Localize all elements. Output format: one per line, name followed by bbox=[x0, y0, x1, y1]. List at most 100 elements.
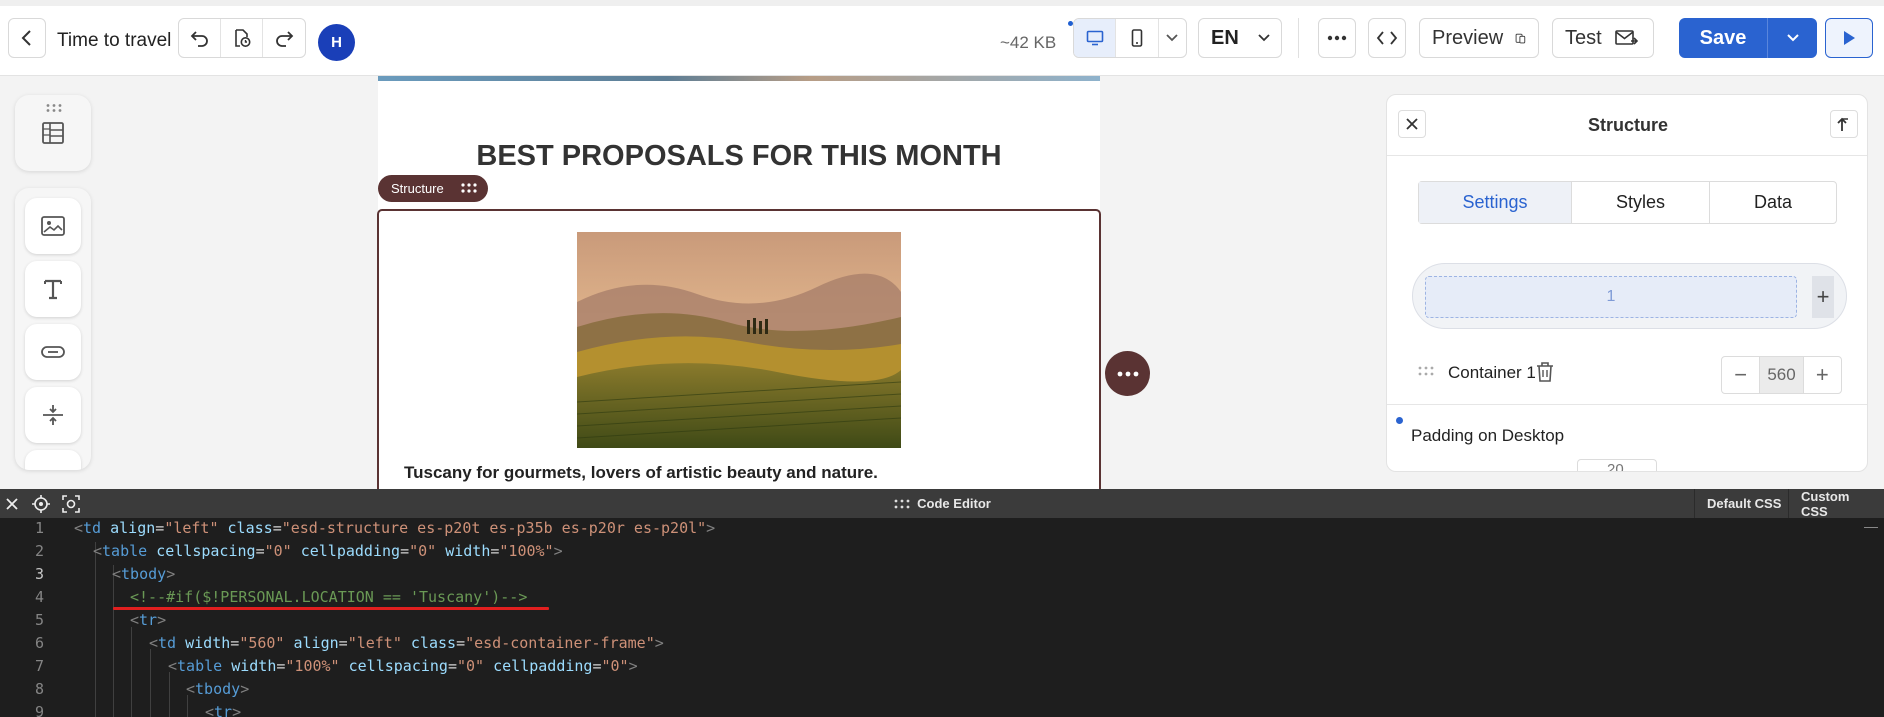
hero-image-edge bbox=[378, 76, 1100, 81]
back-button[interactable] bbox=[8, 18, 46, 58]
panel-tabs: Settings Styles Data bbox=[1418, 181, 1837, 224]
line-number: 4 bbox=[34, 588, 44, 606]
code-editor-toolbar: Code Editor Default CSS Custom CSS bbox=[0, 489, 1884, 519]
increase-width-button[interactable]: + bbox=[1804, 357, 1841, 393]
email-title[interactable]: Time to travel bbox=[57, 30, 171, 52]
language-select[interactable]: EN bbox=[1198, 18, 1282, 58]
decrease-width-button[interactable]: − bbox=[1722, 357, 1759, 393]
drag-handle-icon bbox=[894, 499, 910, 509]
language-value: EN bbox=[1211, 26, 1239, 49]
spacer-block-tool[interactable] bbox=[25, 387, 81, 443]
line-number: 9 bbox=[34, 703, 44, 717]
panel-title: Structure bbox=[1587, 115, 1668, 135]
undo-icon bbox=[190, 31, 208, 47]
preview-icon bbox=[1515, 33, 1526, 44]
device-toggle bbox=[1073, 18, 1187, 58]
file-history-icon bbox=[234, 29, 251, 47]
text-block-tool[interactable] bbox=[25, 261, 81, 317]
chevron-down-icon bbox=[1786, 34, 1799, 42]
code-line: <tr> bbox=[205, 703, 242, 717]
column-1[interactable]: 1 bbox=[1425, 276, 1797, 318]
undo-button[interactable] bbox=[179, 19, 222, 57]
code-line: <table width="100%" cellspacing="0" cell… bbox=[168, 657, 638, 675]
redo-button[interactable] bbox=[263, 19, 305, 57]
email-size: ~42 KB bbox=[1000, 33, 1057, 52]
image-block-tool[interactable] bbox=[25, 198, 81, 254]
content-blocks-list bbox=[15, 188, 91, 470]
launch-button[interactable] bbox=[1825, 18, 1873, 58]
save-button-group: Save bbox=[1679, 18, 1817, 58]
padding-value[interactable]: 20 bbox=[1607, 461, 1624, 471]
save-dropdown-button[interactable] bbox=[1767, 18, 1817, 58]
modified-indicator-dot bbox=[1396, 417, 1403, 424]
code-line: <td width="560" align="left" class="esd-… bbox=[149, 634, 664, 652]
add-column-button[interactable]: + bbox=[1812, 276, 1834, 318]
version-history-button[interactable] bbox=[221, 19, 264, 57]
tab-data[interactable]: Data bbox=[1710, 182, 1836, 223]
tab-settings[interactable]: Settings bbox=[1419, 182, 1572, 223]
container-width-stepper: − 560 + bbox=[1721, 356, 1842, 394]
default-css-tab[interactable]: Default CSS bbox=[1694, 489, 1793, 518]
padding-stepper: 20 bbox=[1577, 459, 1667, 471]
drag-handle-icon[interactable] bbox=[460, 182, 478, 194]
line-number: 1 bbox=[34, 519, 44, 537]
line-number: 8 bbox=[34, 680, 44, 698]
desktop-icon bbox=[1086, 30, 1103, 46]
columns-editor: 1 + bbox=[1412, 263, 1847, 329]
structure-settings-panel: Structure Settings Styles Data 1 + Conta… bbox=[1386, 94, 1868, 472]
select-parent-button[interactable] bbox=[1830, 110, 1858, 138]
code-line: <table cellspacing="0" cellpadding="0" w… bbox=[93, 542, 563, 560]
code-view-button[interactable] bbox=[1368, 18, 1406, 58]
button-block-tool[interactable] bbox=[25, 324, 81, 380]
chevron-left-icon bbox=[21, 30, 31, 46]
blocks-panel-toggle[interactable] bbox=[15, 95, 91, 171]
drag-handle-icon[interactable] bbox=[1417, 365, 1435, 377]
test-button[interactable]: Test bbox=[1552, 18, 1654, 58]
arrow-up-icon bbox=[1837, 117, 1848, 131]
layout-blocks-icon bbox=[42, 122, 64, 144]
line-number: 5 bbox=[34, 611, 44, 629]
structure-tag[interactable]: Structure bbox=[378, 175, 488, 202]
preview-button[interactable]: Preview bbox=[1419, 18, 1539, 58]
device-dropdown-button[interactable] bbox=[1159, 19, 1187, 57]
preview-label: Preview bbox=[1432, 26, 1504, 49]
more-options-button[interactable] bbox=[1318, 18, 1356, 58]
more-horizontal-icon bbox=[1117, 371, 1138, 376]
code-line: <tbody> bbox=[112, 565, 176, 583]
history-group bbox=[178, 18, 306, 58]
trash-icon[interactable] bbox=[1535, 361, 1555, 383]
code-line: <tr> bbox=[130, 611, 167, 629]
scrollbar-marker[interactable] bbox=[1864, 527, 1878, 528]
code-editor-title[interactable]: Code Editor bbox=[0, 496, 1884, 511]
more-block-tool[interactable] bbox=[25, 450, 81, 470]
mobile-icon bbox=[1131, 29, 1143, 47]
avatar[interactable]: H bbox=[318, 24, 355, 61]
line-number: 3 bbox=[34, 565, 44, 583]
tuscany-landscape-image bbox=[577, 232, 901, 448]
desktop-view-button[interactable] bbox=[1074, 19, 1117, 57]
custom-css-tab[interactable]: Custom CSS bbox=[1788, 489, 1884, 519]
top-toolbar: Time to travel H ~42 KB EN Preview Test … bbox=[0, 0, 1884, 76]
mobile-view-button[interactable] bbox=[1116, 19, 1159, 57]
container-width-value[interactable]: 560 bbox=[1759, 357, 1804, 393]
code-editor[interactable]: 1 2 3 4 5 6 7 8 9 <td align="left" class… bbox=[0, 518, 1884, 717]
padding-label: Padding on Desktop bbox=[1411, 426, 1565, 445]
play-icon bbox=[1844, 31, 1855, 45]
line-number: 7 bbox=[34, 657, 44, 675]
drag-handle-icon bbox=[46, 104, 62, 112]
button-icon bbox=[41, 346, 65, 358]
section-headline[interactable]: BEST PROPOSALS FOR THIS MONTH bbox=[378, 140, 1100, 173]
code-editor-title-label: Code Editor bbox=[917, 496, 991, 511]
highlight-underline bbox=[113, 607, 549, 610]
more-horizontal-icon bbox=[1327, 35, 1347, 41]
block-actions-button[interactable] bbox=[1105, 351, 1150, 396]
code-icon bbox=[1376, 31, 1398, 45]
proposal-caption[interactable]: Tuscany for gourmets, lovers of artistic… bbox=[404, 463, 878, 483]
tab-styles[interactable]: Styles bbox=[1572, 182, 1710, 223]
redo-icon bbox=[276, 31, 294, 47]
chevron-down-icon bbox=[1258, 34, 1270, 42]
tuscany-image[interactable] bbox=[577, 232, 901, 448]
line-number: 6 bbox=[34, 634, 44, 652]
save-button[interactable]: Save bbox=[1679, 27, 1767, 50]
code-line-condition: <!--#if($!PERSONAL.LOCATION == 'Tuscany'… bbox=[130, 588, 528, 606]
